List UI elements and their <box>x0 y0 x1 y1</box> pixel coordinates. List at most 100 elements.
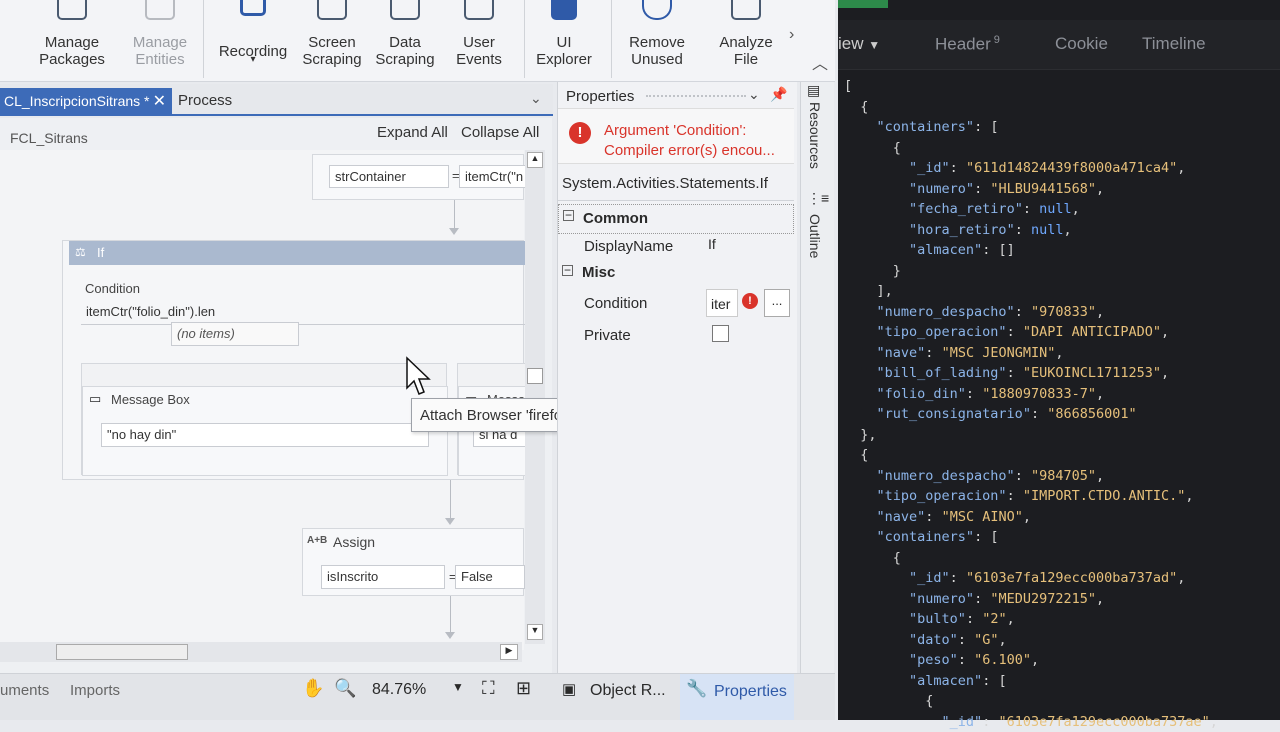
properties-tab[interactable]: 🔧 Properties <box>680 674 794 720</box>
message-box-icon: ▭ <box>89 391 102 406</box>
collapse-all-link[interactable]: Collapse All <box>461 124 539 141</box>
property-private[interactable]: Private <box>558 320 794 350</box>
monitor-icon <box>317 0 347 20</box>
error-icon: ! <box>569 122 591 144</box>
zoom-level[interactable]: 84.76% <box>372 681 426 699</box>
if-activity-header: ⚖ If <box>69 241 525 265</box>
table-icon <box>390 0 420 20</box>
outline-tab[interactable]: Outline <box>807 214 823 258</box>
mouse-cursor-icon <box>406 356 431 395</box>
ui-explorer-icon <box>551 0 577 20</box>
tab-timeline[interactable]: Timeline <box>1142 34 1206 54</box>
zoom-dropdown-icon[interactable]: ▼ <box>452 680 464 694</box>
chevron-down-icon[interactable]: ⌄ <box>530 90 542 107</box>
file-icon <box>731 0 761 20</box>
condition-expression-input[interactable]: itemCtr("folio_din").len <box>81 301 525 325</box>
if-activity[interactable]: ⚖ If Condition itemCtr("folio_din").len … <box>62 240 529 480</box>
activity-type: System.Activities.Statements.If <box>562 175 768 192</box>
pin-icon[interactable]: 📌 <box>770 86 787 103</box>
ribbon-separator <box>611 0 612 78</box>
ribbon-separator <box>203 0 204 78</box>
chevron-down-icon: ▼ <box>868 38 881 52</box>
assign-value-field[interactable]: False <box>455 565 525 589</box>
scroll-thumb[interactable] <box>56 644 188 660</box>
vertical-scrollbar[interactable]: ▲ ▼ <box>525 150 545 644</box>
then-branch: ▭ Message Box "no hay din" <box>81 363 448 476</box>
ribbon-collapse-icon[interactable]: ︿ <box>812 50 828 74</box>
assign-to-field[interactable]: isInscrito <box>321 565 445 589</box>
ui-explorer-button[interactable]: UI Explorer <box>530 0 598 80</box>
ribbon: Manage Packages Manage Entities Recordin… <box>0 0 835 82</box>
condition-value-field[interactable]: iter <box>706 289 738 317</box>
panel-drag-handle[interactable] <box>646 95 746 98</box>
workflow-designer: FCL_Sitrans Expand All Collapse All strC… <box>0 118 552 673</box>
record-icon <box>240 0 266 16</box>
category-misc[interactable]: − Misc <box>558 259 794 289</box>
manage-packages-button[interactable]: Manage Packages <box>38 0 106 80</box>
close-icon[interactable]: ✕ <box>153 91 166 111</box>
hand-pan-icon[interactable]: ✋ <box>302 678 324 699</box>
tab-header[interactable]: Header 9 <box>935 34 1000 55</box>
category-common[interactable]: − Common <box>558 204 794 234</box>
assign-activity[interactable]: A+B Assign isInscrito = False <box>302 528 525 596</box>
error-icon: ! <box>742 293 758 309</box>
private-checkbox[interactable] <box>712 325 729 342</box>
fit-to-screen-icon[interactable]: ⛶ <box>482 678 495 699</box>
chevron-down-icon[interactable]: ⌄ <box>748 86 760 103</box>
scroll-up-icon[interactable]: ▲ <box>527 152 543 168</box>
expression-editor-button[interactable]: ... <box>764 289 790 317</box>
message-box-activity[interactable]: ▭ Message Box "no hay din" <box>82 386 448 476</box>
error-banner: ! Argument 'Condition': Compiler error(s… <box>558 108 794 164</box>
overview-icon[interactable]: ⊞ <box>516 678 531 699</box>
zoom-icon[interactable]: 🔍 <box>334 678 356 699</box>
connector-arrow <box>449 228 459 235</box>
status-bar: uments Imports ✋ 🔍 84.76% ▼ ⛶ ⊞ ▣ Object… <box>0 673 835 720</box>
manage-entities-button[interactable]: Manage Entities <box>124 0 196 80</box>
expand-all-link[interactable]: Expand All <box>377 124 448 141</box>
ribbon-scroll-right-icon[interactable]: › <box>789 26 794 44</box>
breadcrumb[interactable]: FCL_Sitrans <box>10 130 88 146</box>
scroll-right-icon[interactable]: ▶ <box>500 644 518 660</box>
tab-cookie[interactable]: Cookie <box>1055 34 1108 54</box>
analyze-file-button[interactable]: Analyze File <box>710 0 782 80</box>
properties-title: Properties <box>566 88 635 105</box>
imports-tab[interactable]: Imports <box>70 682 120 699</box>
scroll-thumb[interactable] <box>527 368 543 384</box>
mouse-icon <box>464 0 494 20</box>
if-icon: ⚖ <box>75 245 86 259</box>
assign-value-field[interactable]: itemCtr("n <box>459 165 529 188</box>
view-dropdown[interactable]: iew ▼ <box>838 34 880 54</box>
remove-icon <box>642 0 672 20</box>
collapse-icon[interactable]: − <box>562 264 573 276</box>
scroll-down-icon[interactable]: ▼ <box>527 624 543 640</box>
recording-button[interactable]: Recording ▾ <box>212 0 294 80</box>
property-displayname[interactable]: DisplayName If <box>558 232 794 262</box>
json-body: [ { "containers": [ { "_id": "611d148244… <box>844 78 1218 730</box>
object-repository-tab[interactable]: ▣ Object R... <box>556 674 677 720</box>
arguments-tab[interactable]: uments <box>0 682 49 699</box>
collapse-icon[interactable]: − <box>563 209 574 221</box>
package-icon <box>57 0 87 20</box>
assign-to-field[interactable]: strContainer <box>329 165 449 188</box>
remove-unused-button[interactable]: Remove Unused <box>620 0 694 80</box>
tab-inscripcion-sitrans[interactable]: CL_InscripcionSitrans * ✕ <box>0 88 172 116</box>
assign-activity-top[interactable]: strContainer = itemCtr("n <box>312 154 529 200</box>
resources-icon: ▤ <box>807 82 821 98</box>
error-message: Argument 'Condition': Compiler error(s) … <box>604 122 775 159</box>
message-text-input[interactable]: "no hay din" <box>101 423 429 447</box>
autocomplete-popup[interactable]: (no items) <box>171 322 299 346</box>
user-events-button[interactable]: User Events <box>446 0 512 80</box>
response-viewer: iew ▼ Header 9 Cookie Timeline [ { "conta… <box>838 0 1280 730</box>
database-icon <box>145 0 175 20</box>
connector-arrow <box>445 632 455 639</box>
horizontal-scrollbar[interactable]: ▶ <box>0 642 522 662</box>
displayname-value[interactable]: If <box>708 236 716 252</box>
data-scraping-button[interactable]: Data Scraping <box>372 0 438 80</box>
wrench-icon: 🔧 <box>686 679 708 698</box>
tab-process[interactable]: Process <box>178 92 232 109</box>
side-panel-tabs: ▤ Resources ⋮≡ Outline <box>800 82 834 682</box>
header-count-badge: 9 <box>993 34 1000 46</box>
property-condition[interactable]: Condition iter ! ... <box>558 287 794 319</box>
resources-tab[interactable]: Resources <box>807 102 823 169</box>
screen-scraping-button[interactable]: Screen Scraping <box>298 0 366 80</box>
